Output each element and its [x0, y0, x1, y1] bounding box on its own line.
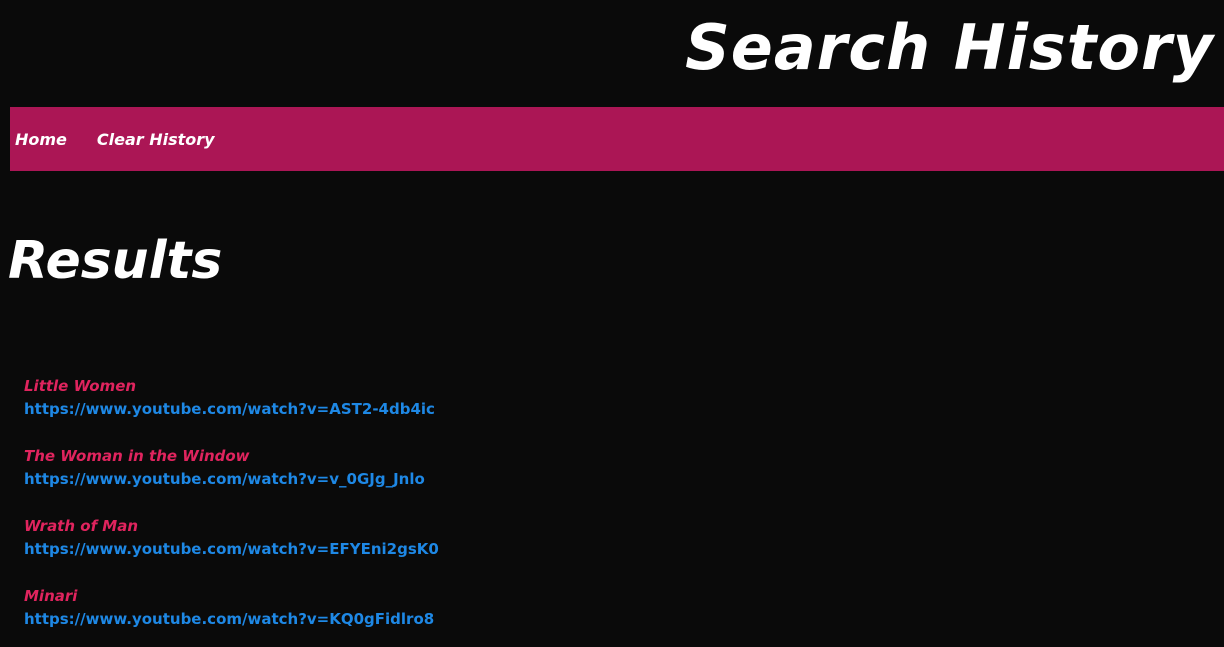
results-heading: Results — [8, 231, 223, 291]
nav-home-link[interactable]: Home — [15, 130, 67, 149]
page-title: Search History — [685, 11, 1214, 84]
result-link[interactable]: https://www.youtube.com/watch?v=KQ0gFidl… — [24, 609, 439, 629]
page: Search History Home Clear History Result… — [0, 0, 1224, 647]
list-item: Wrath of Man https://www.youtube.com/wat… — [24, 516, 439, 586]
list-item: The Woman in the Window https://www.yout… — [24, 446, 439, 516]
navbar: Home Clear History — [10, 107, 1224, 171]
list-item: Minari https://www.youtube.com/watch?v=K… — [24, 586, 439, 647]
result-link[interactable]: https://www.youtube.com/watch?v=AST2-4db… — [24, 399, 439, 419]
list-item: Little Women https://www.youtube.com/wat… — [24, 376, 439, 446]
result-link[interactable]: https://www.youtube.com/watch?v=EFYEni2g… — [24, 539, 439, 559]
result-title: Wrath of Man — [24, 517, 139, 535]
results-list: Little Women https://www.youtube.com/wat… — [24, 376, 439, 647]
result-title: The Woman in the Window — [24, 447, 250, 465]
nav-clear-history-link[interactable]: Clear History — [97, 130, 215, 149]
result-link[interactable]: https://www.youtube.com/watch?v=v_0GJg_J… — [24, 469, 439, 489]
result-title: Minari — [24, 587, 78, 605]
result-title: Little Women — [24, 377, 137, 395]
